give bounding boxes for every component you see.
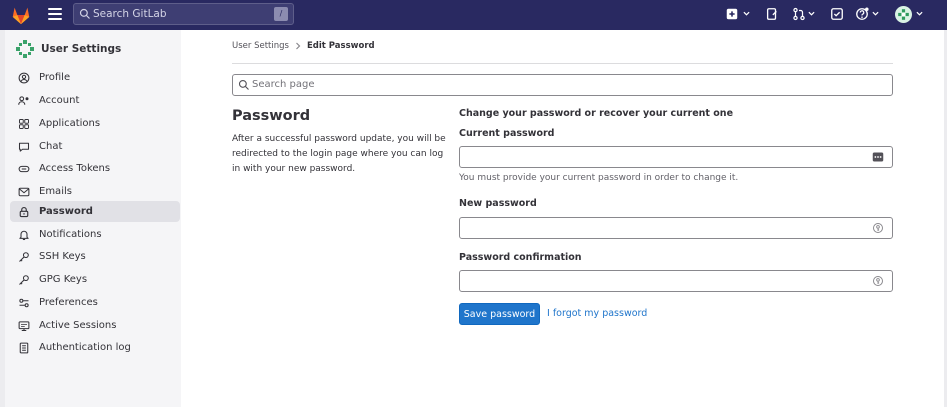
profile-icon bbox=[18, 72, 30, 83]
search-page-input[interactable]: Search page bbox=[232, 74, 893, 96]
sidebar-title: User Settings bbox=[41, 43, 122, 55]
chevron-down-icon[interactable] bbox=[808, 11, 815, 16]
search-icon bbox=[238, 79, 249, 90]
sidebar-header[interactable]: User Settings bbox=[15, 38, 121, 60]
sidebar: User Settings Profile Account Applicatio… bbox=[5, 30, 181, 407]
applications-icon bbox=[19, 118, 29, 129]
lock-icon bbox=[19, 206, 29, 217]
password-confirmation-field[interactable] bbox=[459, 270, 893, 292]
sidebar-item-account[interactable]: Account bbox=[10, 90, 180, 111]
search-shortcut-badge: / bbox=[274, 7, 288, 21]
sidebar-item-emails[interactable]: Emails bbox=[10, 181, 180, 202]
preferences-icon bbox=[19, 298, 29, 307]
current-password-label: Current password bbox=[459, 128, 555, 139]
create-new-icon[interactable] bbox=[725, 7, 739, 21]
search-placeholder: Search GitLab bbox=[93, 8, 167, 20]
user-avatar-icon[interactable] bbox=[895, 6, 912, 23]
sidebar-item-applications[interactable]: Applications bbox=[10, 113, 180, 134]
sidebar-item-active-sessions[interactable]: Active Sessions bbox=[10, 315, 180, 336]
key-icon bbox=[19, 251, 29, 262]
forgot-password-link[interactable]: I forgot my password bbox=[547, 308, 647, 319]
sidebar-item-preferences[interactable]: Preferences bbox=[10, 292, 180, 313]
chat-icon bbox=[18, 142, 30, 152]
chevron-down-icon[interactable] bbox=[743, 11, 750, 16]
main-content: User Settings Edit Password Search page … bbox=[181, 30, 944, 407]
help-icon[interactable] bbox=[855, 7, 869, 21]
sidebar-item-profile[interactable]: Profile bbox=[10, 67, 180, 88]
gitlab-logo-icon[interactable] bbox=[10, 4, 32, 26]
password-confirmation-label: Password confirmation bbox=[459, 252, 582, 263]
top-bar: Search GitLab / bbox=[0, 0, 947, 30]
token-icon bbox=[18, 165, 30, 172]
hamburger-menu-icon[interactable] bbox=[48, 8, 62, 20]
mail-icon bbox=[18, 187, 30, 196]
chevron-down-icon[interactable] bbox=[872, 11, 879, 16]
sidebar-item-ssh-keys[interactable]: SSH Keys bbox=[10, 246, 180, 267]
key-reveal-icon[interactable] bbox=[872, 275, 884, 287]
save-password-button[interactable]: Save password bbox=[459, 303, 540, 325]
breadcrumb-current: Edit Password bbox=[306, 41, 375, 51]
issues-icon[interactable] bbox=[765, 7, 779, 21]
bell-icon bbox=[19, 230, 29, 240]
todo-icon[interactable] bbox=[830, 7, 844, 21]
sidebar-item-notifications[interactable]: Notifications bbox=[10, 224, 180, 245]
sidebar-item-password[interactable]: Password bbox=[10, 201, 180, 222]
merge-request-icon[interactable] bbox=[792, 7, 806, 21]
sidebar-item-chat[interactable]: Chat bbox=[10, 136, 180, 157]
search-page-placeholder: Search page bbox=[252, 79, 315, 90]
sidebar-item-authentication-log[interactable]: Authentication log bbox=[10, 337, 180, 358]
new-password-field[interactable] bbox=[459, 217, 893, 239]
breadcrumb-parent-link[interactable]: User Settings bbox=[232, 41, 289, 51]
breadcrumb: User Settings Edit Password bbox=[232, 41, 375, 51]
chevron-down-icon[interactable] bbox=[916, 11, 923, 16]
account-icon bbox=[18, 95, 29, 105]
section-title: Password bbox=[232, 108, 311, 124]
global-search-input[interactable]: Search GitLab / bbox=[73, 3, 294, 25]
log-icon bbox=[19, 342, 29, 353]
sidebar-item-access-tokens[interactable]: Access Tokens bbox=[10, 158, 180, 179]
key-icon bbox=[19, 274, 29, 285]
search-icon bbox=[79, 8, 90, 19]
key-reveal-icon[interactable] bbox=[872, 222, 884, 234]
password-manager-icon[interactable] bbox=[872, 151, 884, 163]
chevron-right-icon bbox=[296, 42, 301, 50]
user-avatar-icon bbox=[16, 40, 34, 58]
form-heading: Change your password or recover your cur… bbox=[459, 108, 734, 119]
section-description: After a successful password update, you … bbox=[232, 134, 446, 174]
new-password-label: New password bbox=[459, 198, 537, 209]
current-password-field[interactable] bbox=[459, 146, 893, 168]
divider bbox=[232, 63, 893, 64]
current-password-help: You must provide your current password i… bbox=[459, 173, 739, 183]
sidebar-item-gpg-keys[interactable]: GPG Keys bbox=[10, 269, 180, 290]
monitor-icon bbox=[18, 320, 30, 331]
